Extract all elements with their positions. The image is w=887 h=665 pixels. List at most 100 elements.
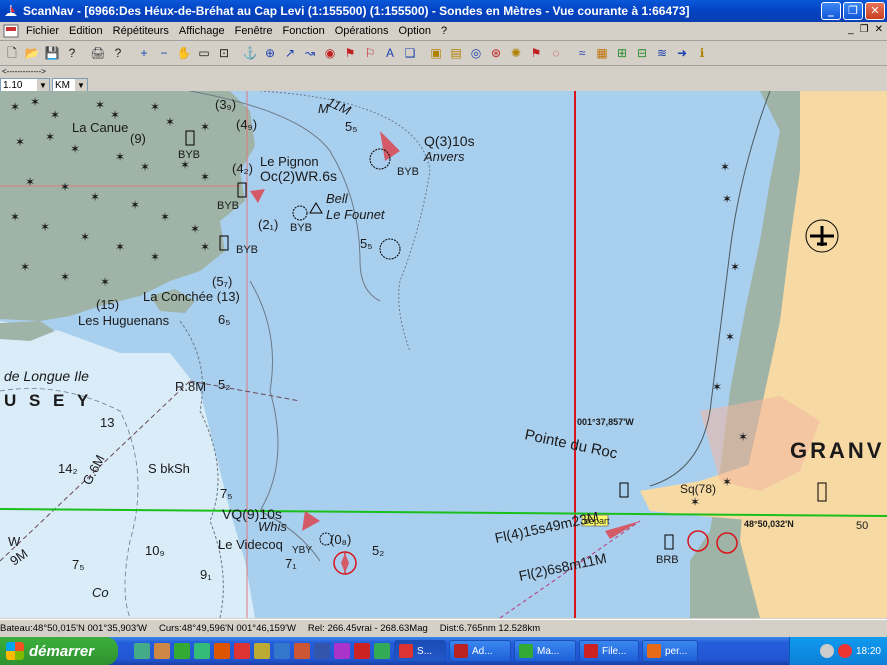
menu-fichier[interactable]: Fichier (21, 25, 64, 37)
menu-fenetre[interactable]: Fenêtre (230, 25, 278, 37)
quicklaunch-icon[interactable] (174, 643, 190, 659)
quicklaunch-icon[interactable] (254, 643, 270, 659)
map-label: de Longue Ile (4, 368, 89, 384)
compass-icon[interactable]: ◎ (467, 44, 485, 62)
menu-repetiteurs[interactable]: Répétiteurs (108, 25, 174, 37)
title-bar[interactable]: ScanNav - [6966:Des Héux-de-Bréhat au Ca… (0, 0, 887, 22)
rock-icon: ✶ (165, 115, 175, 129)
map-label: S bkSh (148, 461, 190, 476)
zoom-in-icon[interactable]: + (135, 44, 153, 62)
wind-icon[interactable]: ≋ (653, 44, 671, 62)
gps-icon[interactable]: ▣ (427, 44, 445, 62)
nmea-icon[interactable]: ▤ (447, 44, 465, 62)
quicklaunch-icon[interactable] (154, 643, 170, 659)
print-icon[interactable]: 🖨 (89, 44, 107, 62)
pointer-help-icon[interactable]: ? (109, 44, 127, 62)
layers-icon[interactable]: ❏ (401, 44, 419, 62)
depth-label: 7₁ (285, 556, 297, 571)
mark-icon[interactable]: ◉ (321, 44, 339, 62)
map-label: Fl(2)6s8m11M (517, 550, 608, 584)
quicklaunch-icon[interactable] (314, 643, 330, 659)
chart-view[interactable]: La Canue (9) Le Pignon Oc(2)WR.6s Bell L… (0, 91, 887, 618)
maximize-button[interactable]: ❐ (843, 2, 863, 20)
doc-icon[interactable] (3, 24, 19, 38)
rock-icon: ✶ (25, 175, 35, 189)
arrow-icon[interactable]: ➜ (673, 44, 691, 62)
map-label: U S E Y (4, 391, 92, 410)
zoom-out-icon[interactable]: − (155, 44, 173, 62)
text-icon[interactable]: A (381, 44, 399, 62)
crosshair-icon[interactable]: ⊕ (261, 44, 279, 62)
map-label: Co (92, 585, 109, 600)
windows-taskbar: démarrer S... Ad... Ma... File... per...… (0, 637, 887, 665)
grid-icon[interactable]: ⊞ (613, 44, 631, 62)
menu-edition[interactable]: Edition (64, 25, 108, 37)
nautical-chart[interactable]: La Canue (9) Le Pignon Oc(2)WR.6s Bell L… (0, 91, 887, 618)
mdi-close-button[interactable]: ✕ (875, 24, 883, 35)
map-label: Les Huguenans (78, 313, 170, 328)
waypoint-icon[interactable]: ⚑ (341, 44, 359, 62)
light-sector (605, 521, 640, 539)
longitude-readout: 001°37,857'W (577, 417, 634, 427)
start-label: démarrer (29, 642, 95, 660)
map-label: (9) (130, 131, 146, 146)
chart-icon[interactable]: ▦ (593, 44, 611, 62)
menu-operations[interactable]: Opérations (330, 25, 394, 37)
quicklaunch-icon[interactable] (334, 643, 350, 659)
map-label: Anvers (423, 149, 465, 164)
select-rect-icon[interactable]: ▭ (195, 44, 213, 62)
open-chart-icon[interactable]: 📂 (23, 44, 41, 62)
map-label: M (318, 101, 329, 116)
mdi-restore-button[interactable]: ❐ (860, 24, 869, 35)
quicklaunch-icon[interactable] (374, 643, 390, 659)
flag-icon[interactable]: ⚑ (527, 44, 545, 62)
quicklaunch-icon[interactable] (274, 643, 290, 659)
close-button[interactable]: ✕ (865, 2, 885, 20)
tides-icon[interactable]: ≈ (573, 44, 591, 62)
mdi-controls: _ ❐ ✕ (848, 24, 883, 35)
route-icon[interactable]: ↗ (281, 44, 299, 62)
menu-fonction[interactable]: Fonction (278, 25, 330, 37)
taskbar-item-adobe[interactable]: Ad... (449, 640, 511, 662)
lifebuoy-icon[interactable]: ◌ (547, 44, 565, 62)
depth-label: 10₉ (145, 543, 165, 558)
map-label: La Conchée (13) (143, 289, 240, 304)
rock-icon: ✶ (190, 222, 200, 236)
quicklaunch-icon[interactable] (134, 643, 150, 659)
track-icon[interactable]: ↝ (301, 44, 319, 62)
network-icon[interactable] (819, 644, 834, 658)
hand-icon[interactable]: ✋ (175, 44, 193, 62)
target-icon[interactable]: ⊛ (487, 44, 505, 62)
quicklaunch-icon[interactable] (234, 643, 250, 659)
toolbar-separator (567, 44, 571, 62)
rock-icon: ✶ (50, 108, 60, 122)
antivirus-icon[interactable] (837, 644, 852, 658)
taskbar-item-mail[interactable]: Ma... (514, 640, 576, 662)
help-icon[interactable]: ? (63, 44, 81, 62)
quicklaunch-icon[interactable] (354, 643, 370, 659)
rock-icon: ✶ (100, 275, 110, 289)
info-icon[interactable]: ℹ (693, 44, 711, 62)
taskbar-item-filezilla[interactable]: File... (579, 640, 639, 662)
start-button[interactable]: démarrer (0, 637, 118, 665)
depth-label: (4₉) (236, 117, 257, 132)
toolbar-separator (235, 44, 239, 62)
rock-icon: ✶ (180, 158, 190, 172)
minimize-button[interactable]: _ (821, 2, 841, 20)
mdi-minimize-button[interactable]: _ (848, 24, 854, 35)
boat-icon[interactable]: ⚓ (241, 44, 259, 62)
quicklaunch-icon[interactable] (194, 643, 210, 659)
grid2-icon[interactable]: ⊟ (633, 44, 651, 62)
waypoint2-icon[interactable]: ⚐ (361, 44, 379, 62)
quicklaunch-icon[interactable] (294, 643, 310, 659)
menu-option[interactable]: Option (394, 25, 436, 37)
rose-icon[interactable]: ✺ (507, 44, 525, 62)
menu-help[interactable]: ? (436, 25, 452, 37)
taskbar-item-firefox[interactable]: per... (642, 640, 698, 662)
save-icon[interactable]: 💾 (43, 44, 61, 62)
select-zoom-icon[interactable]: ⊡ (215, 44, 233, 62)
new-chart-icon[interactable]: 🗋 (3, 44, 21, 62)
quicklaunch-icon[interactable] (214, 643, 230, 659)
taskbar-item-scannav[interactable]: S... (394, 640, 446, 662)
menu-affichage[interactable]: Affichage (174, 25, 230, 37)
